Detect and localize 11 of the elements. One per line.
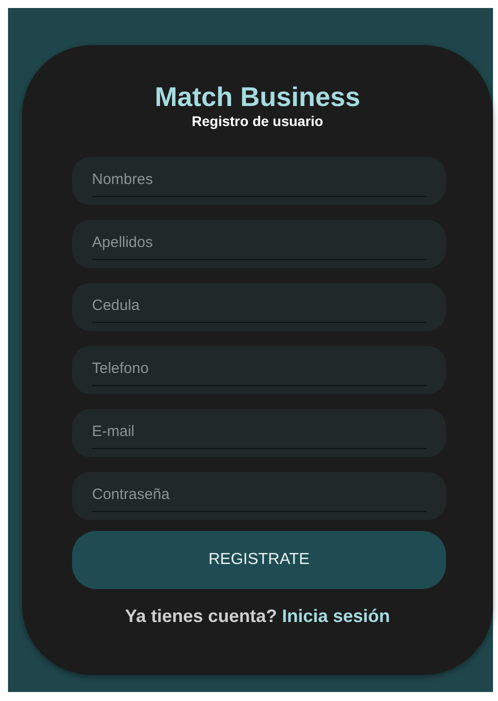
- input-field[interactable]: Telefono: [72, 346, 446, 394]
- input-field[interactable]: Contraseña: [72, 472, 446, 520]
- form-subtitle: Registro de usuario: [190, 112, 324, 130]
- input-field[interactable]: Apellidos: [72, 220, 446, 268]
- register-button[interactable]: REGISTRATE: [72, 531, 446, 590]
- input-field[interactable]: E-mail: [72, 409, 446, 458]
- input-field[interactable]: Cedula: [72, 283, 446, 332]
- input-field[interactable]: Nombres: [72, 157, 446, 206]
- prompt-text: Ya tienes cuenta?: [124, 606, 278, 626]
- login-link[interactable]: Inicia sesión: [282, 606, 390, 626]
- app-title: Match Business: [154, 83, 362, 113]
